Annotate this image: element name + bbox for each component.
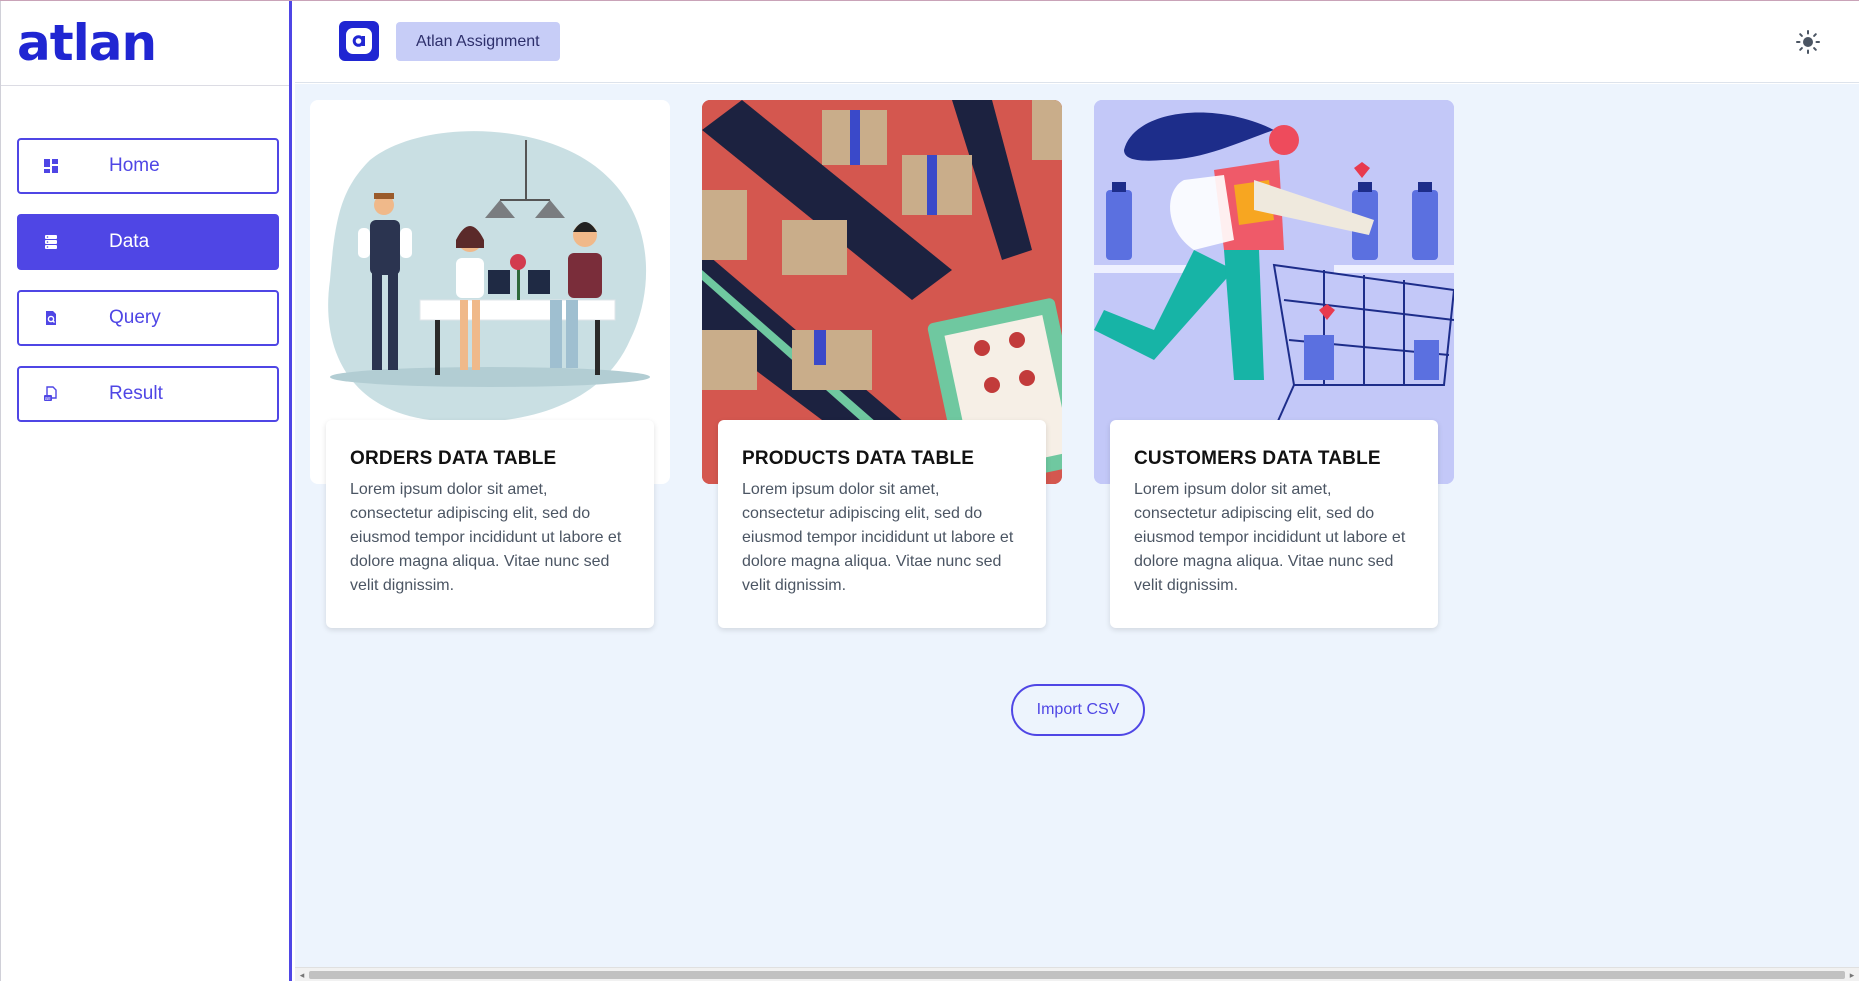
sidebar-item-label: Home — [109, 155, 160, 176]
result-file-icon: a≡ — [43, 386, 59, 402]
logo[interactable]: atlan — [1, 1, 289, 86]
app-logo-icon[interactable] — [339, 21, 379, 61]
orders-card[interactable]: ORDERS DATA TABLE Lorem ipsum dolor sit … — [310, 100, 670, 628]
search-file-icon — [43, 310, 59, 326]
sidebar-item-query[interactable]: Query — [17, 290, 279, 346]
card-title: PRODUCTS DATA TABLE — [742, 448, 975, 469]
dashboard-icon — [43, 158, 59, 174]
sidebar-item-result[interactable]: a≡ Result — [17, 366, 279, 422]
scroll-right-arrow-icon[interactable]: ▸ — [1847, 970, 1857, 981]
svg-text:a≡: a≡ — [45, 396, 51, 402]
sidebar: atlan Home Data Query a≡ Result — [0, 1, 292, 981]
card-content: PRODUCTS DATA TABLE Lorem ipsum dolor si… — [718, 420, 1046, 628]
card-content: ORDERS DATA TABLE Lorem ipsum dolor sit … — [326, 420, 654, 628]
sun-icon[interactable] — [1793, 27, 1823, 57]
card-description: Lorem ipsum dolor sit amet, consectetur … — [350, 481, 622, 594]
import-csv-button[interactable]: Import CSV — [1011, 684, 1145, 736]
top-header: Atlan Assignment — [295, 1, 1859, 83]
card-content: CUSTOMERS DATA TABLE Lorem ipsum dolor s… — [1110, 420, 1438, 628]
horizontal-scrollbar[interactable]: ◂ ▸ — [295, 967, 1859, 981]
card-description: Lorem ipsum dolor sit amet, consectetur … — [1134, 481, 1406, 594]
sidebar-item-label: Data — [109, 231, 150, 252]
products-card[interactable]: PRODUCTS DATA TABLE Lorem ipsum dolor si… — [702, 100, 1062, 628]
card-title: CUSTOMERS DATA TABLE — [1134, 448, 1381, 469]
sidebar-item-home[interactable]: Home — [17, 138, 279, 194]
scrollbar-thumb[interactable] — [309, 971, 1845, 979]
card-title: ORDERS DATA TABLE — [350, 448, 557, 469]
customers-card[interactable]: CUSTOMERS DATA TABLE Lorem ipsum dolor s… — [1094, 100, 1454, 628]
page-title-chip: Atlan Assignment — [396, 22, 560, 61]
sidebar-item-label: Query — [109, 307, 161, 328]
logo-text: atlan — [17, 14, 157, 72]
scroll-left-arrow-icon[interactable]: ◂ — [297, 970, 307, 981]
sidebar-item-data[interactable]: Data — [17, 214, 279, 270]
sidebar-item-label: Result — [109, 383, 163, 404]
database-icon — [43, 234, 59, 250]
card-description: Lorem ipsum dolor sit amet, consectetur … — [742, 481, 1014, 594]
main-content: ORDERS DATA TABLE Lorem ipsum dolor sit … — [295, 84, 1859, 981]
sidebar-nav: Home Data Query a≡ Result — [1, 86, 289, 422]
